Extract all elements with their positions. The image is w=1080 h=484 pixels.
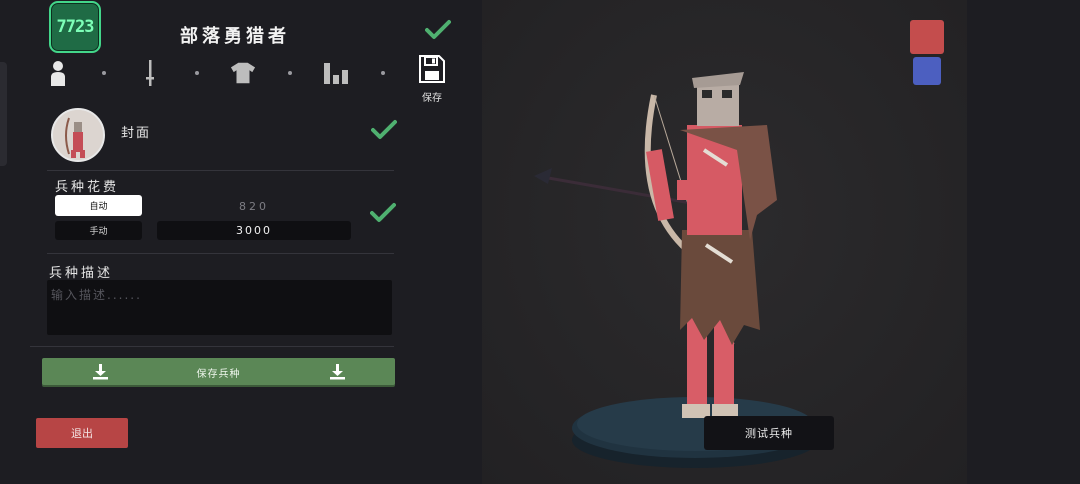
cover-avatar[interactable]: [51, 108, 105, 162]
test-unit-button[interactable]: 测试兵种: [704, 416, 834, 450]
name-confirm-check-icon[interactable]: [425, 19, 451, 41]
tab-separator-dot: [288, 71, 292, 75]
auto-cost-value: 820: [239, 200, 269, 213]
divider: [30, 346, 394, 347]
unit-name-title[interactable]: 部落勇猎者: [140, 22, 330, 48]
save-tab-label: 保存: [422, 93, 442, 104]
tab-separator-dot: [381, 71, 385, 75]
description-section-title: 兵种描述: [49, 266, 114, 281]
floppy-disk-icon: [419, 55, 445, 83]
editor-tab-bar: 保存: [40, 55, 460, 105]
auto-cost-button[interactable]: 自动: [55, 195, 142, 216]
manual-cost-button[interactable]: 手动: [55, 221, 142, 240]
shirt-icon[interactable]: [230, 58, 256, 88]
tab-separator-dot: [102, 71, 106, 75]
bar-chart-icon[interactable]: [323, 58, 349, 88]
manual-cost-input[interactable]: 3000: [157, 221, 351, 240]
save-unit-button[interactable]: 保存兵种: [42, 358, 395, 385]
description-input[interactable]: 输入描述......: [47, 280, 392, 335]
divider: [47, 170, 394, 171]
sword-icon[interactable]: [137, 58, 163, 88]
team-red-button[interactable]: [910, 20, 944, 54]
side-drawer-handle[interactable]: [0, 62, 7, 166]
unit-3d-preview: [534, 72, 818, 468]
tab-separator-dot: [195, 71, 199, 75]
cover-label: 封面: [121, 126, 152, 141]
cost-check-icon[interactable]: [370, 202, 396, 224]
person-icon[interactable]: [45, 58, 71, 88]
unit-preview-viewport[interactable]: [482, 0, 967, 484]
money-badge: 7723: [49, 1, 101, 53]
cover-check-icon[interactable]: [371, 119, 397, 141]
editor-panel: 7723 部落勇猎者 保存 封面 兵种花费 自动 手动 820 3000 兵种描…: [0, 0, 482, 484]
exit-button[interactable]: 退出: [36, 418, 128, 448]
money-value: 7723: [56, 17, 95, 37]
tab-save[interactable]: 保存: [412, 55, 452, 105]
divider: [47, 253, 394, 254]
right-gutter: [967, 0, 1080, 484]
download-icon: [330, 364, 345, 380]
cost-section-title: 兵种花费: [55, 180, 120, 195]
unit-editor-screen: 7723 部落勇猎者 保存 封面 兵种花费 自动 手动 820 3000 兵种描…: [0, 0, 1080, 484]
team-blue-button[interactable]: [913, 57, 941, 85]
